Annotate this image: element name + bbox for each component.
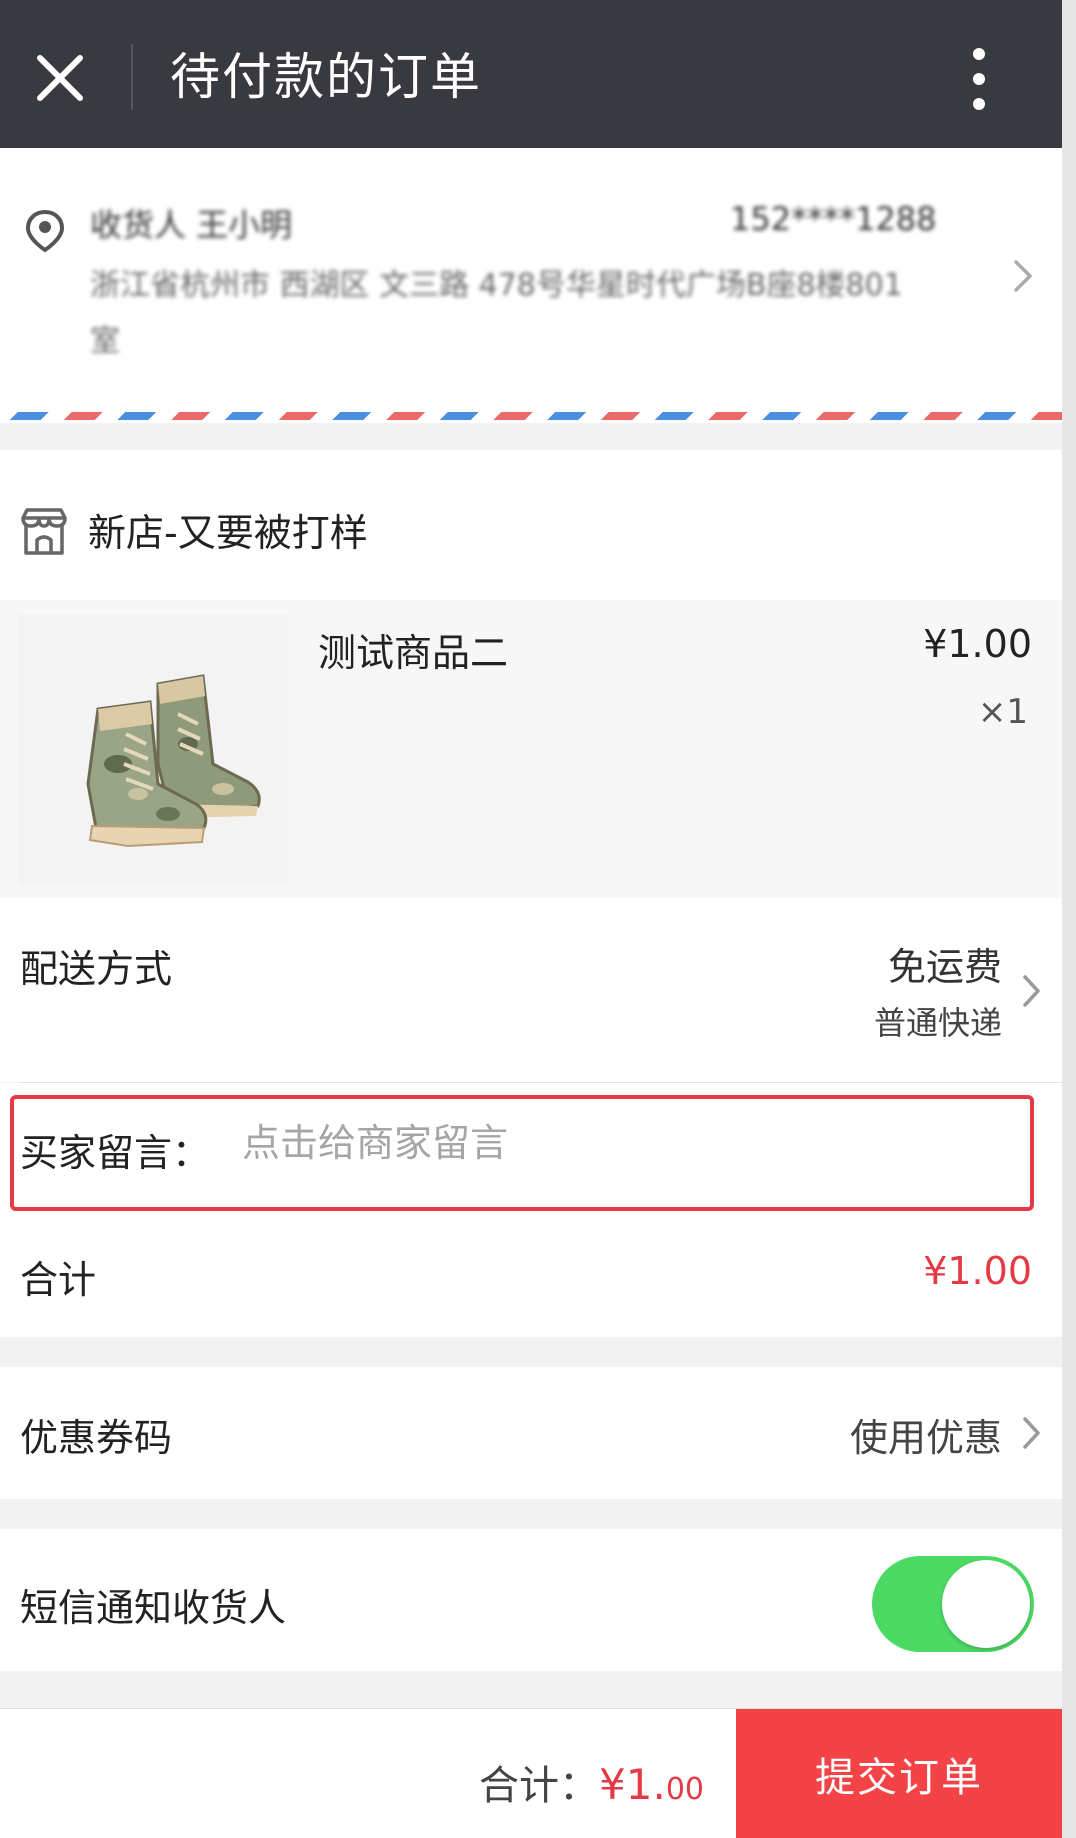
product-image [18,614,288,884]
receiver-address: 浙江省杭州市 西湖区 文三路 478号华星时代广场B座8楼801 [90,268,903,303]
chevron-right-icon [1020,1414,1044,1452]
order-page: 待付款的订单 收货人 王小明 152****1288 浙江省杭州市 西湖区 文三… [0,0,1076,1838]
scroll-edge [1062,0,1076,1838]
coupon-label: 优惠券码 [20,1416,173,1460]
total-label: 合计： [479,1763,600,1809]
receiver-address-tail: 室 [90,324,120,359]
title-bar: 待付款的订单 [0,0,1062,148]
coupon-row[interactable]: 优惠券码 使用优惠 [0,1367,1062,1499]
product-item[interactable]: 测试商品二 ¥1.00 ×1 [0,600,1062,898]
more-icon[interactable] [964,46,994,112]
total-amount: ¥1. [599,1760,666,1809]
address-card[interactable]: 收货人 王小明 152****1288 浙江省杭州市 西湖区 文三路 478号华… [0,148,1062,423]
location-icon [22,208,68,254]
delivery-method-row[interactable]: 配送方式 免运费 普通快递 [0,898,1062,1082]
checkout-bar: 合计：¥1.00 提交订单 [0,1708,1062,1838]
sms-notify-label: 短信通知收货人 [20,1586,287,1630]
use-coupon-link[interactable]: 使用优惠 [850,1407,1002,1462]
delivery-method-value: 普通快递 [873,1004,1002,1042]
page-title: 待付款的订单 [170,48,482,106]
envelope-border [0,412,1062,420]
order-total: 合计：¥1.00 [479,1753,704,1811]
subtotal-value: ¥1.00 [923,1249,1032,1293]
total-cents: 00 [665,1772,704,1807]
chevron-right-icon [1020,972,1044,1010]
store-icon [18,506,70,558]
receiver-phone: 152****1288 [730,200,937,238]
close-icon[interactable] [30,48,90,108]
receiver-name: 收货人 王小明 [90,206,293,244]
shop-header: 新店-又要被打样 [0,450,1062,600]
subtotal-row: 合计 ¥1.00 [0,1219,1062,1337]
product-name: 测试商品二 [318,631,509,675]
buyer-message-input[interactable] [240,1112,1004,1174]
product-price: ¥1.00 [923,622,1032,666]
delivery-fee: 免运费 [887,945,1002,989]
sms-notify-toggle[interactable] [872,1556,1034,1652]
subtotal-label: 合计 [20,1258,97,1302]
chevron-right-icon [1010,256,1038,296]
shop-name: 新店-又要被打样 [88,511,368,555]
delivery-label: 配送方式 [20,947,173,991]
buyer-message-label: 买家留言： [20,1131,211,1175]
toggle-knob [942,1560,1030,1648]
title-divider [131,44,133,110]
submit-order-button[interactable]: 提交订单 [736,1709,1062,1838]
product-quantity: ×1 [977,692,1028,732]
